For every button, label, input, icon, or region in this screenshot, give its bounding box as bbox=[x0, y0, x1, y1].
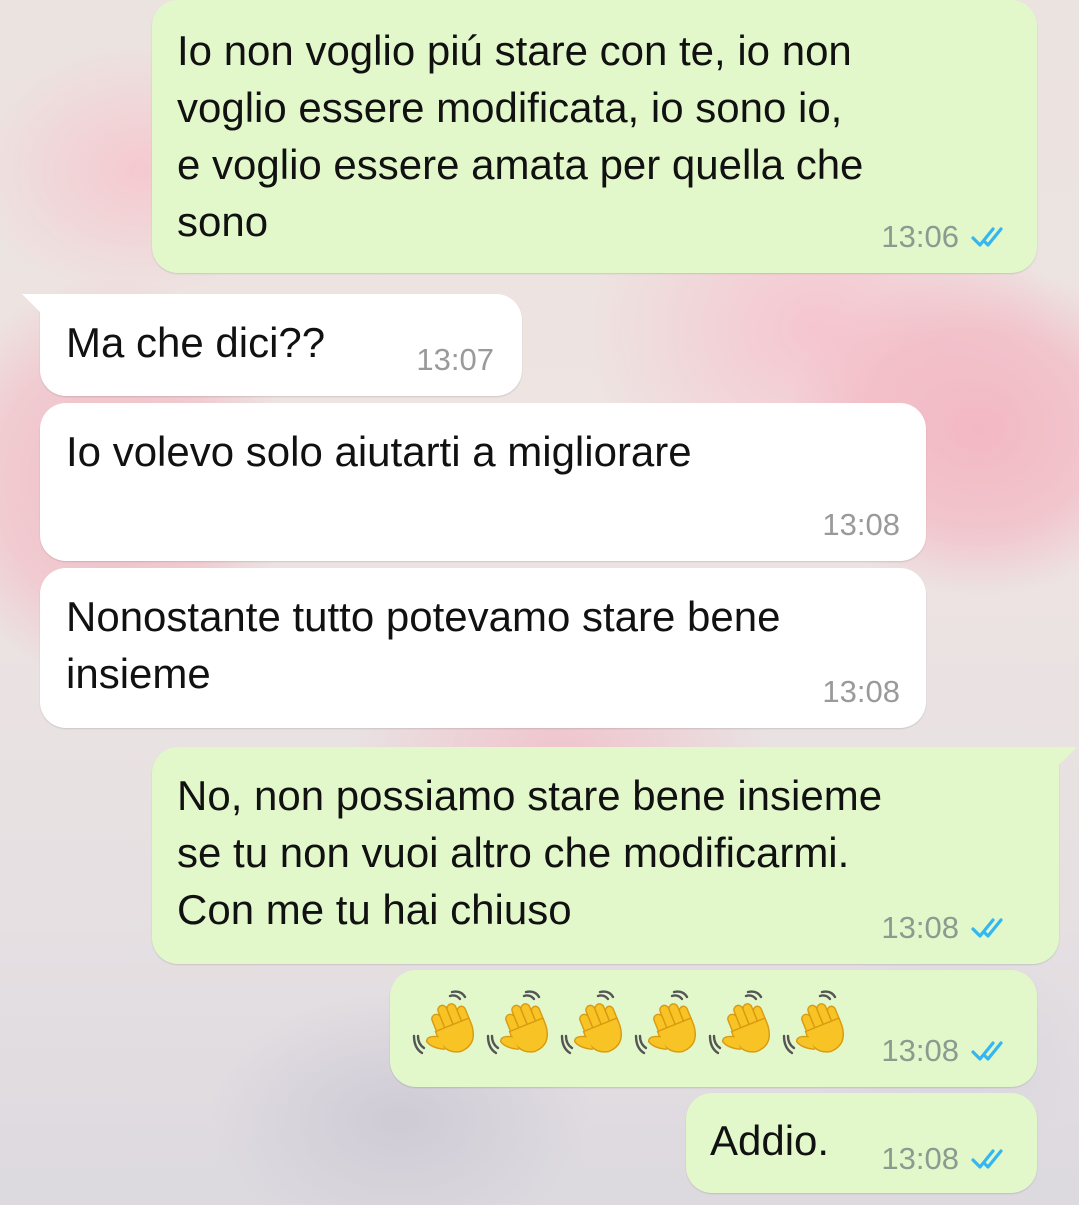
waving-hand-emoji bbox=[412, 990, 475, 1055]
double-check-icon bbox=[971, 918, 1003, 938]
message-time: 13:07 bbox=[416, 342, 494, 377]
waving-hand-emoji bbox=[560, 990, 623, 1055]
double-check-icon bbox=[971, 227, 1003, 247]
emoji-row bbox=[412, 990, 854, 1062]
message-meta: 13:07 bbox=[416, 342, 494, 378]
message-meta: 13:08 bbox=[822, 674, 900, 710]
message-time: 13:08 bbox=[822, 674, 900, 709]
incoming-message-bubble[interactable]: Ma che dici?? 13:07 bbox=[22, 294, 522, 396]
message-text: Io non voglio piú stare con te, io non v… bbox=[177, 27, 864, 245]
waving-hand-emoji bbox=[782, 990, 845, 1055]
bubble-tail bbox=[1051, 747, 1077, 773]
bubble-tail bbox=[22, 294, 48, 320]
message-meta: 13:08 bbox=[822, 507, 900, 543]
waving-hand-emoji bbox=[708, 990, 771, 1055]
message-text: Io volevo solo aiutarti a migliorare bbox=[66, 428, 692, 475]
message-meta: 13:08 bbox=[881, 910, 1013, 946]
outgoing-message-bubble[interactable]: Io non voglio piú stare con te, io non v… bbox=[152, 0, 1037, 273]
double-check-icon bbox=[971, 1041, 1003, 1061]
waving-hand-emoji bbox=[486, 990, 549, 1055]
message-text: No, non possiamo stare bene insieme se t… bbox=[177, 772, 883, 933]
message-meta: 13:08 bbox=[881, 1033, 1013, 1069]
message-time: 13:08 bbox=[881, 1033, 959, 1068]
message-text: Nonostante tutto potevamo stare bene ins… bbox=[66, 593, 781, 697]
double-check-icon bbox=[971, 1149, 1003, 1169]
incoming-message-bubble[interactable]: Io volevo solo aiutarti a migliorare 13:… bbox=[40, 403, 926, 561]
outgoing-message-bubble[interactable]: No, non possiamo stare bene insieme se t… bbox=[152, 747, 1077, 964]
outgoing-message-bubble[interactable]: Addio. 13:08 bbox=[686, 1093, 1037, 1193]
message-text: Addio. bbox=[710, 1117, 830, 1164]
message-time: 13:08 bbox=[881, 1141, 959, 1176]
message-meta: 13:08 bbox=[881, 1141, 1013, 1177]
message-time: 13:08 bbox=[881, 910, 959, 945]
outgoing-emoji-message-bubble[interactable]: 13:08 bbox=[390, 970, 1037, 1087]
waving-hand-emoji bbox=[634, 990, 697, 1055]
message-time: 13:06 bbox=[881, 219, 959, 254]
message-meta: 13:06 bbox=[881, 219, 1013, 255]
message-text: Ma che dici?? bbox=[66, 319, 326, 366]
message-time: 13:08 bbox=[822, 507, 900, 542]
incoming-message-bubble[interactable]: Nonostante tutto potevamo stare bene ins… bbox=[40, 568, 926, 728]
